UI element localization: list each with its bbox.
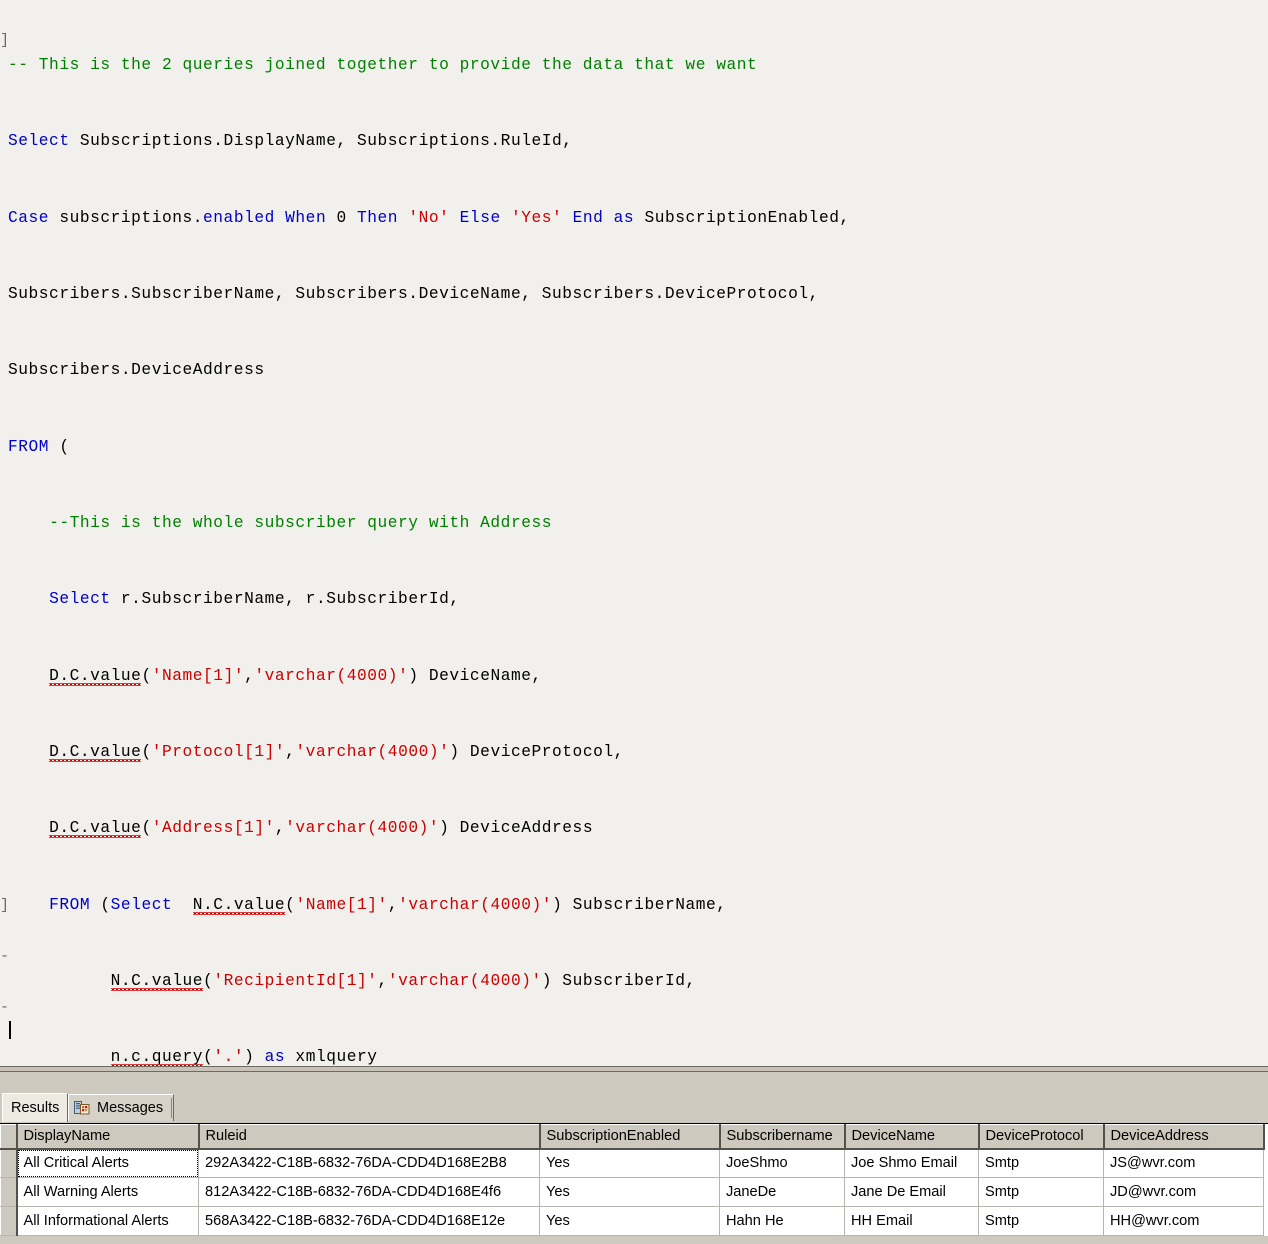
cell-displayname[interactable]: All Informational Alerts [16, 1206, 199, 1236]
column-header-subscriptionenabled[interactable]: SubscriptionEnabled [539, 1124, 721, 1150]
cell-deviceprotocol[interactable]: Smtp [978, 1206, 1104, 1236]
cell-deviceprotocol[interactable]: Smtp [978, 1177, 1104, 1207]
cell-displayname[interactable]: All Warning Alerts [16, 1177, 199, 1207]
table-header-row: DisplayName Ruleid SubscriptionEnabled S… [0, 1124, 1265, 1150]
cell-deviceaddress[interactable]: JS@wvr.com [1103, 1148, 1264, 1178]
code-line: Select r.SubscriberName, r.SubscriberId, [49, 590, 460, 609]
cell-subscriptionenabled[interactable]: Yes [539, 1177, 720, 1207]
cell-devicename[interactable]: Jane De Email [844, 1177, 979, 1207]
tab-separator [171, 1098, 173, 1118]
sql-code-editor[interactable]: ] ] - - -- This is the 2 queries joined … [0, 0, 1268, 1066]
cell-subscriptionenabled[interactable]: Yes [539, 1206, 720, 1236]
cell-devicename[interactable]: Joe Shmo Email [844, 1148, 979, 1178]
results-grid[interactable]: DisplayName Ruleid SubscriptionEnabled S… [0, 1123, 1268, 1236]
code-line: n.c.query('.') as xmlquery [110, 1048, 378, 1066]
column-header-deviceaddress[interactable]: DeviceAddress [1103, 1124, 1265, 1150]
cell-subscriptionenabled[interactable]: Yes [539, 1148, 720, 1178]
cell-deviceprotocol[interactable]: Smtp [978, 1148, 1104, 1178]
results-tabstrip: Results Messages [0, 1093, 1268, 1122]
tab-results-label: Results [11, 1100, 60, 1116]
cell-deviceaddress[interactable]: JD@wvr.com [1103, 1177, 1264, 1207]
code-line: N.C.value('RecipientId[1]','varchar(4000… [110, 972, 696, 991]
table-row[interactable]: All Warning Alerts 812A3422-C18B-6832-76… [0, 1177, 1264, 1207]
code-content[interactable]: -- This is the 2 queries joined together… [0, 2, 1268, 1066]
cell-ruleid[interactable]: 292A3422-C18B-6832-76DA-CDD4D168E2B8 [198, 1148, 540, 1178]
code-line: FROM ( [8, 437, 70, 456]
row-selector[interactable] [0, 1177, 18, 1207]
column-header-subscribername[interactable]: Subscribername [719, 1124, 846, 1150]
table-row[interactable]: All Critical Alerts 292A3422-C18B-6832-7… [0, 1148, 1264, 1178]
cell-subscribername[interactable]: JaneDe [719, 1177, 845, 1207]
tab-messages-label: Messages [97, 1100, 164, 1116]
tab-results[interactable]: Results [2, 1093, 69, 1122]
results-pane: Results Messages DisplayName Ruleid Subs… [0, 1072, 1268, 1244]
cell-subscribername[interactable]: JoeShmo [719, 1148, 845, 1178]
results-table: DisplayName Ruleid SubscriptionEnabled S… [0, 1124, 1265, 1236]
cell-devicename[interactable]: HH Email [844, 1206, 979, 1236]
tab-messages[interactable]: Messages [68, 1094, 175, 1121]
cell-ruleid[interactable]: 568A3422-C18B-6832-76DA-CDD4D168E12e [198, 1206, 540, 1236]
code-line: -- This is the 2 queries joined together… [8, 55, 758, 74]
column-header-displayname[interactable]: DisplayName [16, 1124, 200, 1150]
cell-subscribername[interactable]: Hahn He [719, 1206, 845, 1236]
row-selector[interactable] [0, 1206, 18, 1236]
code-line: Subscribers.DeviceAddress [8, 361, 265, 380]
code-line: --This is the whole subscriber query wit… [49, 513, 553, 532]
row-header-corner[interactable] [0, 1124, 18, 1150]
column-header-ruleid[interactable]: Ruleid [198, 1124, 541, 1150]
cell-deviceaddress[interactable]: HH@wvr.com [1103, 1206, 1264, 1236]
text-caret [9, 1021, 11, 1039]
table-row[interactable]: All Informational Alerts 568A3422-C18B-6… [0, 1206, 1264, 1236]
code-line: D.C.value('Protocol[1]','varchar(4000)')… [49, 743, 624, 761]
messages-icon [74, 1100, 90, 1116]
code-line: FROM (Select N.C.value('Name[1]','varcha… [49, 895, 727, 914]
column-header-devicename[interactable]: DeviceName [844, 1124, 980, 1150]
cell-ruleid[interactable]: 812A3422-C18B-6832-76DA-CDD4D168E4f6 [198, 1177, 540, 1207]
code-line: Case subscriptions.enabled When 0 Then '… [8, 208, 850, 227]
code-line: D.C.value('Address[1]','varchar(4000)') … [49, 819, 594, 838]
column-header-deviceprotocol[interactable]: DeviceProtocol [978, 1124, 1105, 1150]
code-line: D.C.value('Name[1]','varchar(4000)') Dev… [49, 666, 542, 685]
cell-displayname[interactable]: All Critical Alerts [16, 1148, 199, 1178]
code-line: Subscribers.SubscriberName, Subscribers.… [8, 284, 819, 303]
row-selector[interactable] [0, 1148, 18, 1178]
code-line: Select Subscriptions.DisplayName, Subscr… [8, 132, 573, 151]
